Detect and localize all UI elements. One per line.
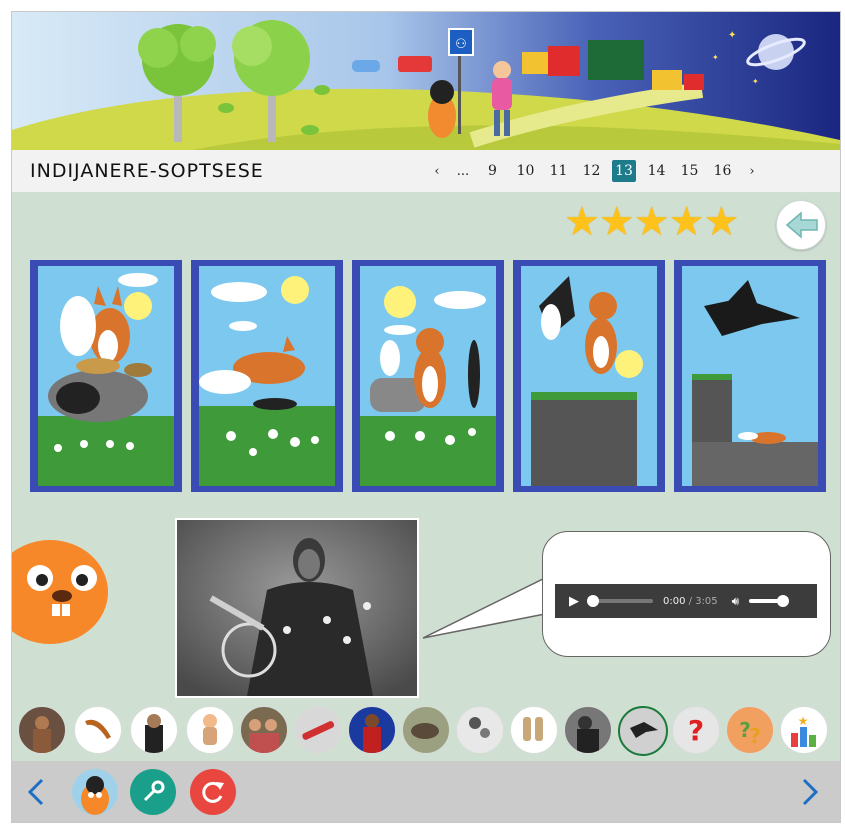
topic-child-figure[interactable] xyxy=(186,706,234,754)
audio-time: 0:00 / 3:05 xyxy=(663,596,718,607)
svg-text:✦: ✦ xyxy=(728,30,736,41)
warrior-photo-icon xyxy=(363,714,381,753)
boomerang-icon xyxy=(85,719,111,739)
topic-warrior-photo[interactable] xyxy=(348,706,396,754)
beaver-mascot-icon xyxy=(12,540,108,644)
topic-icon-row: ? ?? ★ xyxy=(12,702,840,758)
main-content: ★★★★★ ▶ 0:00 / 3:05 🔊︎ ? ? ? ★ xyxy=(12,192,840,762)
app-window: ⚇ ✦ ✦ ✦ INDIJANERE-SOPTSESE ‹ ... 9 10 1… xyxy=(11,11,841,823)
speech-bubble-tail xyxy=(422,576,557,639)
family-photo-icon xyxy=(249,719,279,753)
pager-next[interactable]: › xyxy=(739,164,765,179)
topic-results[interactable]: ★ xyxy=(780,706,828,754)
topic-man-photo[interactable] xyxy=(18,706,66,754)
results-star-icon: ★ xyxy=(791,714,816,747)
raven-icon xyxy=(630,722,658,738)
moccasins-icon xyxy=(523,717,543,741)
mother-child-photo-icon xyxy=(469,717,490,738)
pager-page-14[interactable]: 14 xyxy=(640,163,673,179)
header-banner: ⚇ ✦ ✦ ✦ xyxy=(12,12,840,150)
topic-family-photo[interactable] xyxy=(240,706,288,754)
audio-duration: 3:05 xyxy=(695,595,718,607)
avatar-button[interactable] xyxy=(72,769,118,815)
topic-mother-child-photo[interactable] xyxy=(456,706,504,754)
story-panel-1[interactable] xyxy=(30,260,182,492)
svg-text:⚇: ⚇ xyxy=(455,37,467,52)
pager-page-16[interactable]: 16 xyxy=(706,163,739,179)
topic-boomerang[interactable] xyxy=(74,706,122,754)
story-panel-2[interactable] xyxy=(191,260,343,492)
volume-handle[interactable] xyxy=(777,595,790,607)
question-orange-icon: ?? xyxy=(739,718,761,748)
reload-icon xyxy=(202,781,224,803)
raven-and-fox-on-cliff-illustration xyxy=(521,266,657,486)
pager-page-13-current[interactable]: 13 xyxy=(612,160,636,182)
back-button[interactable] xyxy=(776,200,826,250)
story-panel-4[interactable] xyxy=(513,260,665,492)
topic-elder-photo[interactable] xyxy=(564,706,612,754)
audio-time-separator: / xyxy=(685,595,696,607)
raven-flying-illustration xyxy=(682,266,818,486)
pagination: ‹ ... 9 10 11 12 13 14 15 16 › xyxy=(424,158,765,184)
pipe-icon xyxy=(302,721,335,740)
man-photo-icon xyxy=(33,716,51,753)
volume-slider[interactable] xyxy=(749,595,790,607)
audio-progress-bar[interactable] xyxy=(587,595,653,607)
topic-question[interactable]: ? xyxy=(672,706,720,754)
audio-progress-handle[interactable] xyxy=(587,595,599,607)
next-arrow-icon[interactable] xyxy=(798,777,822,807)
beaver-avatar-icon xyxy=(81,776,109,815)
topic-pipe[interactable] xyxy=(294,706,342,754)
svg-text:✦: ✦ xyxy=(712,53,719,62)
bottom-toolbar xyxy=(12,761,840,822)
horse-photo-icon xyxy=(411,723,439,739)
key-icon xyxy=(143,780,165,802)
back-arrow-icon xyxy=(785,211,818,239)
title-bar: INDIJANERE-SOPTSESE ‹ ... 9 10 11 12 13 … xyxy=(12,150,840,192)
key-button[interactable] xyxy=(130,769,176,815)
fox-bending-illustration xyxy=(199,266,335,486)
portrait-photo xyxy=(175,518,419,698)
chief-photo-icon xyxy=(145,714,163,753)
topic-moccasins[interactable] xyxy=(510,706,558,754)
page-title: INDIJANERE-SOPTSESE xyxy=(30,160,264,182)
fox-holding-raven-illustration xyxy=(360,266,496,486)
svg-text:★: ★ xyxy=(798,714,809,728)
question-icon: ? xyxy=(688,714,704,747)
play-icon[interactable]: ▶ xyxy=(569,594,579,609)
pager-page-10[interactable]: 10 xyxy=(509,163,542,179)
prev-arrow-icon[interactable] xyxy=(24,777,48,807)
story-panel-3[interactable] xyxy=(352,260,504,492)
pager-page-11[interactable]: 11 xyxy=(542,163,575,179)
topic-raven-selected[interactable] xyxy=(618,706,668,756)
rating-stars: ★★★★★ xyxy=(564,199,739,245)
topic-horse-photo[interactable] xyxy=(402,706,450,754)
svg-text:?: ? xyxy=(749,724,761,748)
fox-sitting-illustration xyxy=(38,266,174,486)
pager-prev[interactable]: ‹ xyxy=(424,164,450,179)
volume-icon[interactable]: 🔊︎ xyxy=(732,594,740,609)
child-figure-icon xyxy=(203,714,217,745)
audio-current-time: 0:00 xyxy=(663,595,686,607)
pager-page-12[interactable]: 12 xyxy=(575,163,608,179)
speech-bubble: ▶ 0:00 / 3:05 🔊︎ xyxy=(542,531,831,657)
reload-button[interactable] xyxy=(190,769,236,815)
pager-ellipsis: ... xyxy=(456,163,470,179)
svg-text:?: ? xyxy=(688,714,704,747)
pager-page-15[interactable]: 15 xyxy=(673,163,706,179)
topic-chief-photo[interactable] xyxy=(130,706,178,754)
svg-text:✦: ✦ xyxy=(752,77,759,86)
pager-page-9[interactable]: 9 xyxy=(476,163,509,179)
topic-question-orange[interactable]: ?? xyxy=(726,706,774,754)
elder-photo-icon xyxy=(577,716,599,753)
audio-player[interactable]: ▶ 0:00 / 3:05 🔊︎ xyxy=(555,584,817,618)
story-panel-5[interactable] xyxy=(674,260,826,492)
